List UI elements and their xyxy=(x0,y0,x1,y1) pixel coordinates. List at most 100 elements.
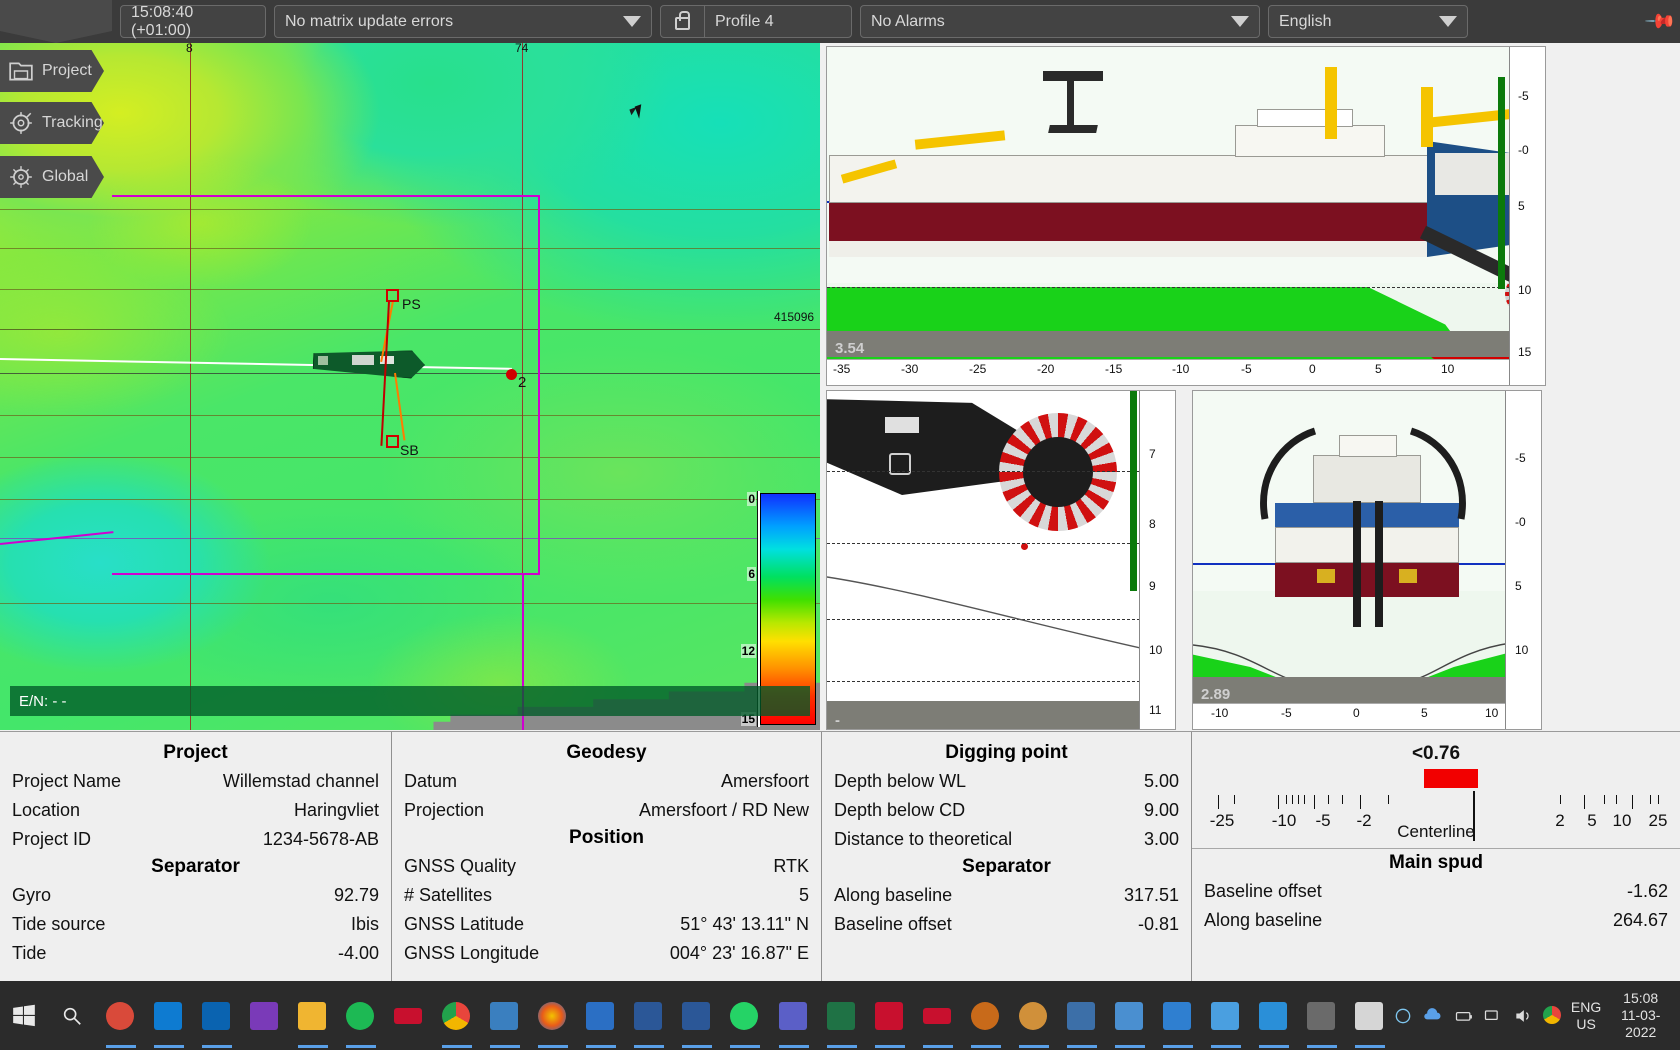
sidebar-item-global[interactable]: Global xyxy=(0,156,104,198)
word-icon[interactable] xyxy=(676,990,716,1042)
ps-marker[interactable] xyxy=(386,289,399,302)
row-label: GNSS Longitude xyxy=(404,940,539,966)
app-20-icon[interactable] xyxy=(1061,990,1101,1042)
file-explorer-icon[interactable] xyxy=(292,990,332,1042)
cutter-detail-view[interactable]: - 7 8 9 10 11 xyxy=(826,390,1176,730)
menu-tab-handle[interactable] xyxy=(0,0,112,43)
photo-app-icon[interactable] xyxy=(484,990,524,1042)
chevron-down-icon xyxy=(1231,16,1249,27)
app-21-icon[interactable] xyxy=(1109,990,1149,1042)
chrome-tray-icon[interactable] xyxy=(1543,1006,1561,1026)
app-19-icon[interactable] xyxy=(1013,990,1053,1042)
color-app-icon[interactable] xyxy=(532,990,572,1042)
axis-tick: 0 xyxy=(1353,706,1360,720)
sidebar-item-project[interactable]: Project xyxy=(0,50,104,92)
onedrive-icon[interactable] xyxy=(1393,1006,1413,1026)
data-row: Project ID 1234-5678-AB xyxy=(0,824,391,853)
ihc-icon[interactable] xyxy=(388,990,428,1042)
app-23-icon[interactable] xyxy=(1205,990,1245,1042)
row-value: 92.79 xyxy=(334,882,379,908)
visio-icon[interactable] xyxy=(628,990,668,1042)
app-26-icon[interactable] xyxy=(1349,990,1389,1042)
chrome-icon[interactable] xyxy=(436,990,476,1042)
app-22-icon[interactable] xyxy=(1157,990,1197,1042)
alarms-dropdown[interactable]: No Alarms xyxy=(860,5,1260,38)
vessel-side-view[interactable]: 3.54 -35 -30 -25 -20 -15 -10 -5 0 5 10 -… xyxy=(826,46,1546,386)
ihc-2-icon[interactable] xyxy=(917,990,957,1042)
lang-primary: ENG xyxy=(1571,999,1601,1016)
volume-icon[interactable] xyxy=(1513,1006,1533,1026)
data-row: Baseline offset -1.62 xyxy=(1192,876,1680,905)
axis-tick: 9 xyxy=(1149,579,1156,593)
cutter-depth-value: - xyxy=(835,712,840,729)
snip-tool-icon[interactable] xyxy=(100,990,140,1042)
data-row: Distance to theoretical 3.00 xyxy=(822,824,1191,853)
visual-studio-icon[interactable] xyxy=(244,990,284,1042)
language-indicator[interactable]: ENG US xyxy=(1571,999,1601,1033)
sb-marker[interactable] xyxy=(386,435,399,448)
teamviewer-icon[interactable] xyxy=(148,990,188,1042)
application-window: 15:08:40 (+01:00) No matrix update error… xyxy=(0,0,1680,1050)
spotify-icon[interactable] xyxy=(340,990,380,1042)
axis-tick: -0 xyxy=(1518,143,1529,157)
outlook-icon[interactable] xyxy=(196,990,236,1042)
axis-tick: 0 xyxy=(1309,362,1316,376)
side-y-axis: -5 -0 5 10 15 xyxy=(1509,47,1545,385)
axis-tick: -5 xyxy=(1281,706,1292,720)
nmea-icon[interactable] xyxy=(869,990,909,1042)
axis-tick: -30 xyxy=(901,362,918,376)
pin-button[interactable]: 📌 xyxy=(1640,0,1680,43)
teams-icon[interactable] xyxy=(773,990,813,1042)
row-value: 1234-5678-AB xyxy=(263,826,379,852)
chevron-down-icon xyxy=(623,16,641,27)
lock-icon xyxy=(661,6,705,37)
seabed-band xyxy=(1193,677,1541,703)
side-depth-value: 3.54 xyxy=(835,340,864,357)
legend-tick: 12 xyxy=(741,644,756,658)
excel-icon[interactable] xyxy=(821,990,861,1042)
map-point-label: 2 xyxy=(518,374,526,391)
editor-icon[interactable] xyxy=(580,990,620,1042)
axis-tick: -10 xyxy=(1211,706,1228,720)
axis-tick: 5 xyxy=(1421,706,1428,720)
data-row: Depth below WL 5.00 xyxy=(822,766,1191,795)
whatsapp-icon[interactable] xyxy=(724,990,764,1042)
axis-tick: -5 xyxy=(1518,89,1529,103)
app-25-icon[interactable] xyxy=(1301,990,1341,1042)
seabed-band xyxy=(827,331,1545,357)
row-label: Gyro xyxy=(12,882,51,908)
row-value: -4.00 xyxy=(338,940,379,966)
search-icon[interactable] xyxy=(52,990,92,1042)
cutter-y-axis: 7 8 9 10 11 xyxy=(1139,391,1175,729)
data-row: GNSS Latitude 51° 43' 13.11" N xyxy=(392,909,821,938)
sidebar-item-tracking[interactable]: Tracking xyxy=(0,102,104,144)
windows-taskbar: ENG US 15:08 11-03-2022 xyxy=(0,981,1680,1050)
data-row: # Satellites 5 xyxy=(392,880,821,909)
plan-view-map[interactable]: 2 PS SB 415096 8 74 0 6 12 15 E/N: - - xyxy=(0,43,820,730)
row-label: GNSS Quality xyxy=(404,853,516,879)
matrix-status-dropdown[interactable]: No matrix update errors xyxy=(274,5,652,38)
vessel-front-view[interactable]: 2.89 -10 -5 0 5 10 -5 -0 5 10 xyxy=(1192,390,1542,730)
windows-start-icon[interactable] xyxy=(4,990,44,1042)
row-label: Tide source xyxy=(12,911,105,937)
centerline-spud-panel: <0.76 xyxy=(1192,732,1680,981)
row-value: RTK xyxy=(773,853,809,879)
row-label: Location xyxy=(12,797,80,823)
digging-point-panel: Digging point Depth below WL 5.00 Depth … xyxy=(822,732,1192,981)
network-icon[interactable] xyxy=(1483,1006,1503,1026)
row-label: Depth below CD xyxy=(834,797,965,823)
grid-label-top-right: 74 xyxy=(515,43,528,55)
battery-icon[interactable] xyxy=(1453,1006,1473,1026)
axis-tick: -5 xyxy=(1241,362,1252,376)
profile-selector[interactable]: Profile 4 xyxy=(660,5,852,38)
taskbar-clock[interactable]: 15:08 11-03-2022 xyxy=(1611,990,1670,1041)
app-18-icon[interactable] xyxy=(965,990,1005,1042)
centerline-indicator[interactable]: <0.76 xyxy=(1192,739,1680,844)
cloud-sync-icon[interactable] xyxy=(1423,1006,1443,1026)
app-24-icon[interactable] xyxy=(1253,990,1293,1042)
language-dropdown[interactable]: English xyxy=(1268,5,1468,38)
front-depth-value: 2.89 xyxy=(1201,686,1230,703)
clock-display: 15:08:40 (+01:00) xyxy=(120,5,266,38)
row-value: Amersfoort / RD New xyxy=(639,797,809,823)
grid-label-top-left: 8 xyxy=(186,43,193,55)
